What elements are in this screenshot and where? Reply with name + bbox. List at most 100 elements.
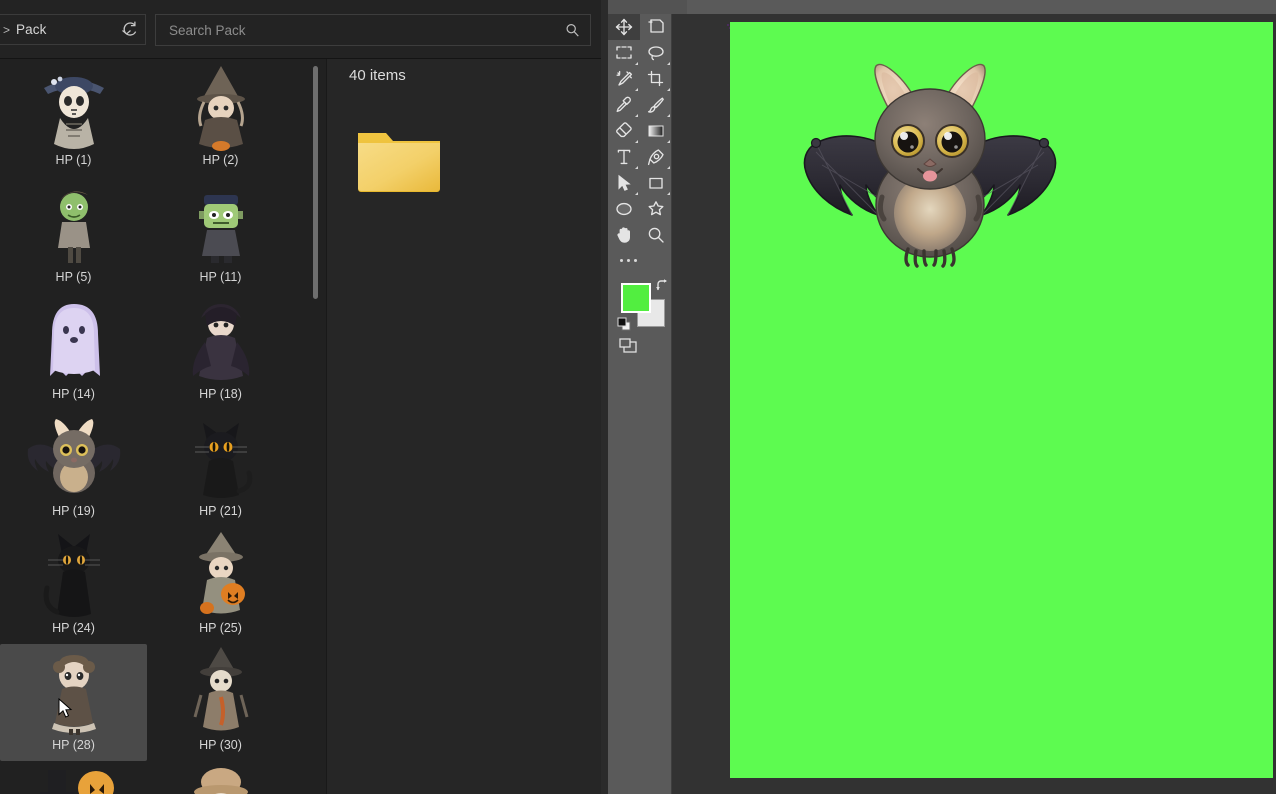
lasso-tool[interactable] (640, 40, 672, 66)
screen-mode-icon[interactable] (608, 334, 672, 360)
tools-panel (608, 14, 672, 794)
document-canvas[interactable] (730, 22, 1273, 778)
thumbnail-image (24, 645, 124, 737)
color-swatches (608, 278, 672, 334)
custom-shape-tool[interactable] (640, 196, 672, 222)
crop-tool[interactable] (640, 66, 672, 92)
thumbnail-item-hp-21-[interactable]: HP (21) (147, 410, 294, 527)
thumbnail-image (24, 60, 124, 152)
scrollbar-thumb[interactable] (313, 66, 318, 299)
move-tool[interactable] (608, 14, 640, 40)
thumbnail-item-hp-14-[interactable]: HP (14) (0, 293, 147, 410)
refresh-icon[interactable] (119, 19, 140, 40)
zoom-tool[interactable] (640, 222, 672, 248)
flyout-corner (635, 62, 638, 65)
thumbnail-label: HP (5) (55, 270, 92, 284)
search-icon[interactable] (565, 23, 580, 38)
document-tab-strip (601, 0, 1276, 14)
type-tool[interactable] (608, 144, 640, 170)
thumbnail-image (171, 762, 271, 794)
thumbnail-image (171, 177, 271, 269)
thumbnail-item-hp-25-[interactable]: HP (25) (147, 527, 294, 644)
thumbnail-label: HP (25) (199, 621, 242, 635)
flyout-corner (635, 192, 638, 195)
thumbnail-label: HP (18) (199, 387, 242, 401)
rectangle-tool[interactable] (640, 170, 672, 196)
swap-colors-icon[interactable] (655, 279, 669, 293)
flyout-corner (635, 114, 638, 117)
ellipse-tool[interactable] (608, 196, 640, 222)
path-selection-tool[interactable] (608, 170, 640, 196)
hand-tool[interactable] (608, 222, 640, 248)
flyout-corner (635, 88, 638, 91)
thumbnail-image (171, 528, 271, 620)
brush-tool[interactable] (640, 92, 672, 118)
eraser-tool[interactable] (608, 118, 640, 144)
eyedropper-tool[interactable] (608, 92, 640, 118)
pen-tool[interactable] (640, 144, 672, 170)
document-tab-strip-rest (687, 0, 1276, 14)
thumbnail-label: HP (1) (55, 153, 92, 167)
thumbnail-image (171, 411, 271, 503)
ellipsis-dot (633, 258, 637, 262)
breadcrumb-prefix-icon: > (3, 22, 11, 37)
tool-grid (608, 14, 671, 248)
thumbnail-image (24, 762, 124, 794)
flyout-corner (635, 140, 638, 143)
thumbnail-image (24, 528, 124, 620)
thumbnail-image (24, 411, 124, 503)
thumbnail-item-hp-2-[interactable]: HP (2) (147, 59, 294, 176)
browser-toolbar: > Pack Search Pack (0, 0, 601, 59)
asset-browser-panel: > Pack Search Pack HP (1) HP (2) HP (5) … (0, 0, 601, 794)
search-input[interactable]: Search Pack (155, 14, 591, 46)
ellipsis-dot (619, 258, 623, 262)
app-root: > Pack Search Pack HP (1) HP (2) HP (5) … (0, 0, 1276, 794)
thumbnail-grid-container[interactable]: HP (1) HP (2) HP (5) HP (11) HP (14) HP (18) H… (0, 59, 326, 794)
thumbnail-image (24, 294, 124, 386)
rectangular-marquee-tool[interactable] (608, 40, 640, 66)
ellipsis-icon[interactable] (612, 248, 644, 272)
bat-artwork (800, 57, 1060, 272)
folder-icon[interactable] (356, 125, 442, 197)
gradient-tool[interactable] (640, 118, 672, 144)
thumbnail-item-hp-24-[interactable]: HP (24) (0, 527, 147, 644)
thumbnail-item-hp-5-[interactable]: HP (5) (0, 176, 147, 293)
default-colors-icon[interactable] (617, 317, 631, 331)
thumbnail-label: HP (28) (52, 738, 95, 752)
search-placeholder: Search Pack (169, 22, 246, 38)
foreground-color-swatch[interactable] (621, 283, 651, 313)
thumbnail-image (171, 294, 271, 386)
thumbnail-image (171, 60, 271, 152)
thumbnail-item-partial[interactable] (0, 761, 147, 794)
thumbnail-item-hp-30-[interactable]: HP (30) (147, 644, 294, 761)
item-count-label: 40 items (349, 67, 406, 84)
thumbnail-label: HP (19) (52, 504, 95, 518)
thumbnail-label: HP (14) (52, 387, 95, 401)
magic-wand-tool[interactable] (608, 66, 640, 92)
thumbnail-image (24, 177, 124, 269)
flyout-corner (667, 114, 670, 117)
thumbnail-item-partial[interactable] (147, 761, 294, 794)
artboard-tool[interactable] (640, 14, 672, 40)
breadcrumb-label: Pack (16, 22, 47, 37)
thumbnail-label: HP (11) (199, 270, 242, 284)
thumbnail-grid: HP (1) HP (2) HP (5) HP (11) HP (14) HP (18) H… (0, 59, 326, 794)
flyout-corner (635, 166, 638, 169)
thumbnail-item-hp-1-[interactable]: HP (1) (0, 59, 147, 176)
vertical-scrollbar[interactable] (313, 59, 319, 794)
photoshop-window (601, 0, 1276, 794)
thumbnail-label: HP (21) (199, 504, 242, 518)
thumbnail-item-hp-28-[interactable]: HP (28) (0, 644, 147, 761)
flyout-corner (667, 166, 670, 169)
document-tab-active[interactable] (609, 0, 687, 14)
window-left-rail (601, 0, 608, 794)
detail-pane: 40 items (326, 59, 601, 794)
thumbnail-item-hp-19-[interactable]: HP (19) (0, 410, 147, 527)
ellipsis-dot (626, 258, 630, 262)
thumbnail-image (171, 645, 271, 737)
thumbnail-item-hp-11-[interactable]: HP (11) (147, 176, 294, 293)
flyout-corner (667, 140, 670, 143)
thumbnail-label: HP (2) (202, 153, 239, 167)
thumbnail-item-hp-18-[interactable]: HP (18) (147, 293, 294, 410)
flyout-corner (667, 62, 670, 65)
